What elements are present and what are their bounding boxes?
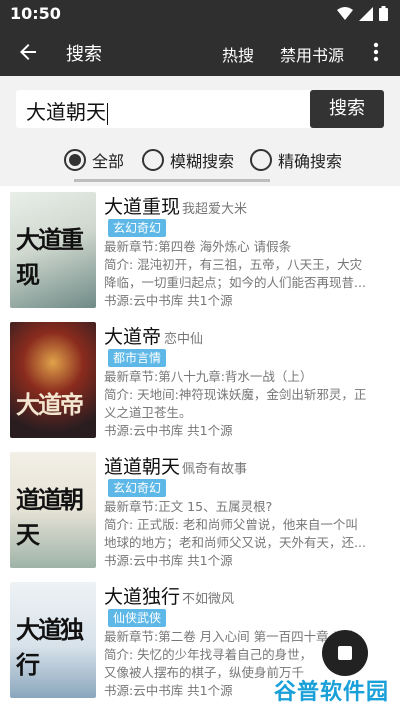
latest-chapter: 最新章节:第八十九章:背水一战（上） [104, 369, 313, 384]
radio-exact-label: 精确搜索 [278, 152, 343, 171]
radio-fuzzy-label: 模糊搜索 [170, 152, 235, 171]
book-cover: 大道帝 [10, 322, 96, 438]
wifi-icon [337, 6, 353, 20]
book-name: 大道帝 [104, 326, 162, 348]
cover-title: 道道朝天 [16, 485, 84, 549]
source-info: 书源:云中书库 共1个源 [104, 293, 233, 308]
battery-icon [379, 6, 388, 21]
source-info: 书源:云中书库 共1个源 [104, 553, 233, 568]
book-author: 恋中仙 [164, 332, 204, 347]
search-input-value: 大道朝天 [26, 100, 108, 125]
book-author: 佩奇有故事 [182, 462, 248, 477]
more-options-icon[interactable] [366, 40, 386, 64]
signal-icon [359, 6, 373, 21]
status-bar: 10:50 [0, 0, 400, 28]
watermark: 谷普软件园 [270, 668, 392, 706]
intro-line: 义之道卫苍生。 [104, 405, 192, 420]
back-arrow-icon[interactable] [16, 40, 40, 64]
intro-line: 降临，一切重归起点；如今的人们能否再现昔... [104, 275, 366, 290]
disabled-sources-button[interactable]: 禁用书源 [280, 42, 344, 66]
book-name: 大道重现 [104, 196, 181, 218]
book-name: 道道朝天 [104, 456, 181, 478]
book-cover: 大道重现 [10, 192, 96, 308]
radio-fuzzy[interactable]: 模糊搜索 [142, 148, 234, 172]
list-item[interactable]: 大道帝 大道帝 恋中仙 都市言情 最新章节:第八十九章:背水一战（上） 简介: … [0, 316, 400, 444]
list-item[interactable]: 大道重现 大道重现 我超爱大米 玄幻奇幻 最新章节:第四卷 海外炼心 请假条 简… [0, 186, 400, 314]
radio-exact[interactable]: 精确搜索 [250, 148, 342, 172]
search-button[interactable]: 搜索 [310, 90, 384, 128]
genre-tag: 仙侠武侠 [108, 609, 167, 627]
book-name: 大道独行 [104, 586, 181, 608]
radio-all[interactable]: 全部 [64, 148, 124, 172]
book-cover: 大道独行 [10, 582, 96, 698]
stop-icon [338, 646, 352, 660]
radio-selected-icon [64, 149, 86, 171]
radio-unselected-icon [142, 149, 164, 171]
toolbar: 搜索 热搜 禁用书源 [0, 28, 400, 76]
search-panel: 大道朝天 搜索 全部 模糊搜索 精确搜索 [0, 76, 400, 186]
genre-tag: 玄幻奇幻 [108, 219, 167, 237]
book-cover: 道道朝天 [10, 452, 96, 568]
scroll-indicator [74, 179, 270, 182]
search-screen: 10:50 搜索 热搜 禁用书源 大道朝天 搜索 全部 模糊搜索 精确搜索 大道… [0, 0, 400, 710]
book-author: 不如微风 [182, 592, 235, 607]
latest-chapter: 最新章节:正文 15、五属灵根? [104, 499, 273, 514]
genre-tag: 都市言情 [108, 349, 167, 367]
radio-all-label: 全部 [92, 152, 125, 171]
search-mode-group: 全部 模糊搜索 精确搜索 [0, 148, 400, 176]
search-input[interactable]: 大道朝天 [16, 90, 312, 128]
intro-line: 简介: 天地间:神符现诛妖魔，金剑出斩邪灵，正 [104, 387, 367, 402]
intro-line: 地球的地方；老和尚师父又说，天外有天，还... [104, 535, 366, 550]
text-caret [107, 102, 108, 125]
cover-title: 大道独行 [16, 615, 84, 679]
page-title: 搜索 [66, 44, 102, 65]
genre-tag: 玄幻奇幻 [108, 479, 167, 497]
hot-search-button[interactable]: 热搜 [222, 42, 254, 66]
latest-chapter: 最新章节:第四卷 海外炼心 请假条 [104, 239, 292, 254]
source-info: 书源:云中书库 共1个源 [104, 423, 233, 438]
book-author: 我超爱大米 [182, 202, 248, 217]
intro-line: 简介: 混沌初开，有三祖，五帝，八天王，大灾 [104, 257, 363, 272]
watermark-text: 谷普软件园 [274, 680, 390, 705]
cover-title: 大道重现 [16, 225, 84, 289]
list-item[interactable]: 道道朝天 道道朝天 佩奇有故事 玄幻奇幻 最新章节:正文 15、五属灵根? 简介… [0, 446, 400, 574]
radio-unselected-icon [250, 149, 272, 171]
status-icons [337, 6, 388, 21]
cover-title: 大道帝 [16, 390, 84, 419]
intro-line: 简介: 正式版: 老和尚师父曾说，他来自一个叫 [104, 517, 358, 532]
status-time: 10:50 [10, 4, 61, 23]
